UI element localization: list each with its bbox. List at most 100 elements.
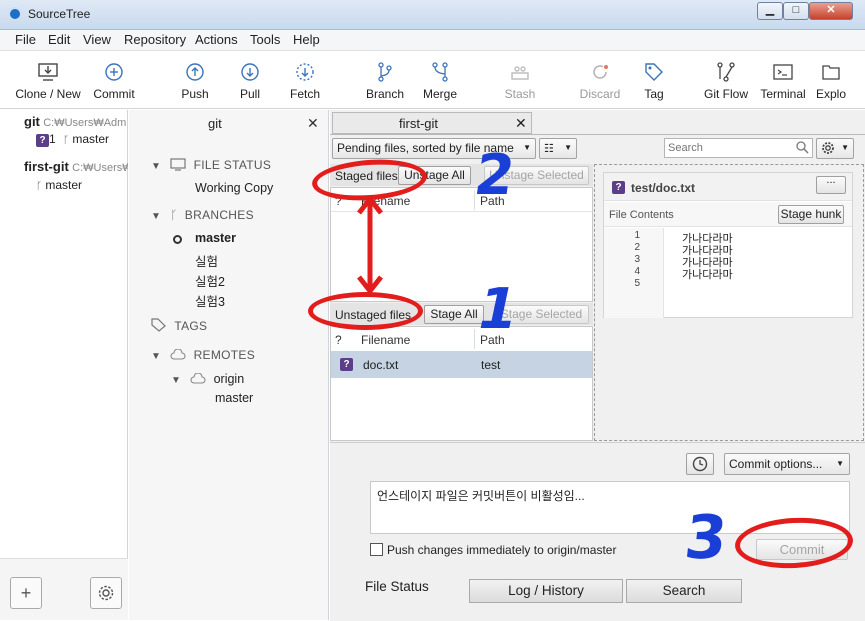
line-number: 4: [634, 266, 640, 277]
working-copy-item[interactable]: Working Copy: [195, 181, 273, 195]
branch-item[interactable]: 실험3: [195, 291, 225, 310]
repo-status-git: ? 1 ᚴ master: [36, 132, 109, 147]
discard-label: Discard: [579, 87, 621, 101]
pull-label: Pull: [239, 87, 260, 101]
diff-file-header: ? test/doc.txt ...: [604, 173, 852, 201]
branches-section[interactable]: ▼ ᚴ BRANCHES: [151, 208, 254, 222]
menu-tools[interactable]: Tools: [250, 32, 280, 47]
diff-line: 1 가나다라마: [604, 230, 852, 245]
tab-divider: [330, 134, 865, 135]
current-branch-icon: [173, 235, 182, 244]
plus-circle-icon: [103, 61, 125, 83]
settings-dropdown[interactable]: ▼: [816, 138, 854, 159]
menu-edit[interactable]: Edit: [48, 32, 70, 47]
clone-new-label: Clone / New: [15, 87, 81, 101]
merge-label: Merge: [422, 87, 457, 101]
merge-button[interactable]: Merge: [418, 59, 462, 107]
repo-list-footer: +: [0, 558, 128, 620]
cloud-icon: [184, 372, 210, 386]
line-number: 3: [634, 254, 640, 265]
repo-sidebar: git ✕ ▼ FILE STATUS Working Copy ▼ ᚴ BRA…: [129, 110, 329, 620]
repo-status-first-git: ᚴ master: [36, 178, 82, 192]
diff-file-name: test/doc.txt: [631, 181, 696, 195]
file-status-section[interactable]: ▼ FILE STATUS: [151, 158, 271, 172]
search-box[interactable]: [664, 138, 813, 158]
remote-origin-item[interactable]: ▼ origin: [171, 372, 244, 386]
branch-icon: ᚴ: [170, 208, 178, 222]
commit-options-dropdown[interactable]: Commit options... ▼: [724, 453, 850, 475]
tab-log-history[interactable]: Log / History: [469, 579, 623, 603]
view-mode-dropdown[interactable]: ☷ ▼: [539, 138, 577, 159]
expand-caret-icon: ▼: [151, 351, 161, 362]
menu-help[interactable]: Help: [293, 32, 320, 47]
fetch-button[interactable]: Fetch: [285, 59, 325, 107]
explorer-label: Explo: [815, 87, 847, 101]
window-title: SourceTree: [28, 7, 91, 21]
expand-caret-icon: ▼: [171, 375, 181, 386]
tag-button[interactable]: Tag: [638, 59, 670, 107]
remote-branch-item[interactable]: master: [215, 391, 253, 405]
row-filename: doc.txt: [363, 358, 399, 372]
pull-button[interactable]: Pull: [232, 59, 268, 107]
repo-branch: master: [72, 132, 110, 146]
repo-item-git[interactable]: git C:₩Users₩Adm: [24, 114, 128, 129]
repo-item-first-git[interactable]: first-git C:₩Users₩: [24, 159, 128, 174]
maximize-button[interactable]: □: [783, 2, 809, 20]
toolbar: Clone / New Commit Push Pull Fetch Branc…: [0, 51, 865, 109]
tab-search[interactable]: Search: [626, 579, 742, 603]
stage-hunk-button[interactable]: Stage hunk: [778, 205, 844, 224]
stash-button[interactable]: Stash: [500, 59, 540, 107]
branch-item[interactable]: 실험: [195, 251, 218, 270]
tab-title: first-git: [399, 116, 438, 131]
discard-button[interactable]: Discard: [575, 59, 625, 107]
menu-view[interactable]: View: [83, 32, 111, 47]
row-path: test: [481, 358, 501, 372]
filename-column-header[interactable]: Filename: [361, 333, 410, 347]
commit-toolbar-button[interactable]: Commit: [90, 59, 138, 107]
terminal-button[interactable]: Terminal: [756, 59, 810, 107]
branch-button[interactable]: Branch: [363, 59, 407, 107]
terminal-label: Terminal: [760, 87, 806, 101]
unstaged-files-list[interactable]: ? Filename Path ? doc.txt test: [330, 326, 593, 441]
expand-caret-icon: ▼: [151, 211, 161, 222]
untracked-count: 1: [49, 132, 56, 146]
push-immediately-checkbox[interactable]: [370, 543, 383, 556]
branch-item-master[interactable]: master: [195, 231, 236, 245]
add-repo-button[interactable]: +: [10, 577, 42, 609]
tab-first-git[interactable]: first-git ✕: [332, 112, 532, 134]
status-column-header[interactable]: ?: [335, 333, 342, 347]
tags-section[interactable]: TAGS: [151, 318, 207, 333]
search-input[interactable]: [668, 140, 793, 156]
remotes-section[interactable]: ▼ REMOTES: [151, 348, 255, 362]
history-button[interactable]: [686, 453, 714, 475]
tab-close-icon[interactable]: ✕: [515, 115, 527, 132]
menu-actions[interactable]: Actions: [195, 32, 238, 47]
branch-item[interactable]: 실험2: [195, 271, 225, 290]
branch-icon: [374, 61, 396, 83]
remotes-header: REMOTES: [193, 348, 256, 362]
table-row[interactable]: ? doc.txt test: [331, 351, 592, 378]
settings-button[interactable]: [90, 577, 122, 609]
tag-icon: [151, 318, 171, 333]
git-flow-button[interactable]: Git Flow: [700, 59, 752, 107]
close-window-button[interactable]: ✕: [809, 2, 853, 20]
push-button[interactable]: Push: [175, 59, 215, 107]
explorer-button[interactable]: Explo: [814, 59, 848, 107]
stash-label: Stash: [504, 87, 536, 101]
list-view-icon: ☷: [544, 143, 554, 155]
close-tab-icon[interactable]: ✕: [307, 115, 319, 132]
clone-new-button[interactable]: Clone / New: [10, 59, 86, 107]
commit-toolbar-label: Commit: [93, 87, 135, 101]
minimize-button[interactable]: ▁: [757, 2, 783, 20]
chevron-down-icon: ▼: [564, 143, 572, 152]
diff-menu-button[interactable]: ...: [816, 175, 846, 194]
sidebar-tab-title: git: [208, 116, 222, 131]
diff-line: 2 가나다라마: [604, 242, 852, 257]
push-label: Push: [181, 87, 209, 101]
menu-repository[interactable]: Repository: [124, 32, 186, 47]
menu-file[interactable]: File: [15, 32, 36, 47]
menu-bar: File Edit View Repository Actions Tools …: [0, 30, 865, 51]
tab-file-status[interactable]: File Status: [365, 579, 429, 594]
gear-icon: [97, 585, 115, 606]
sourcetree-app-icon: [8, 7, 22, 21]
